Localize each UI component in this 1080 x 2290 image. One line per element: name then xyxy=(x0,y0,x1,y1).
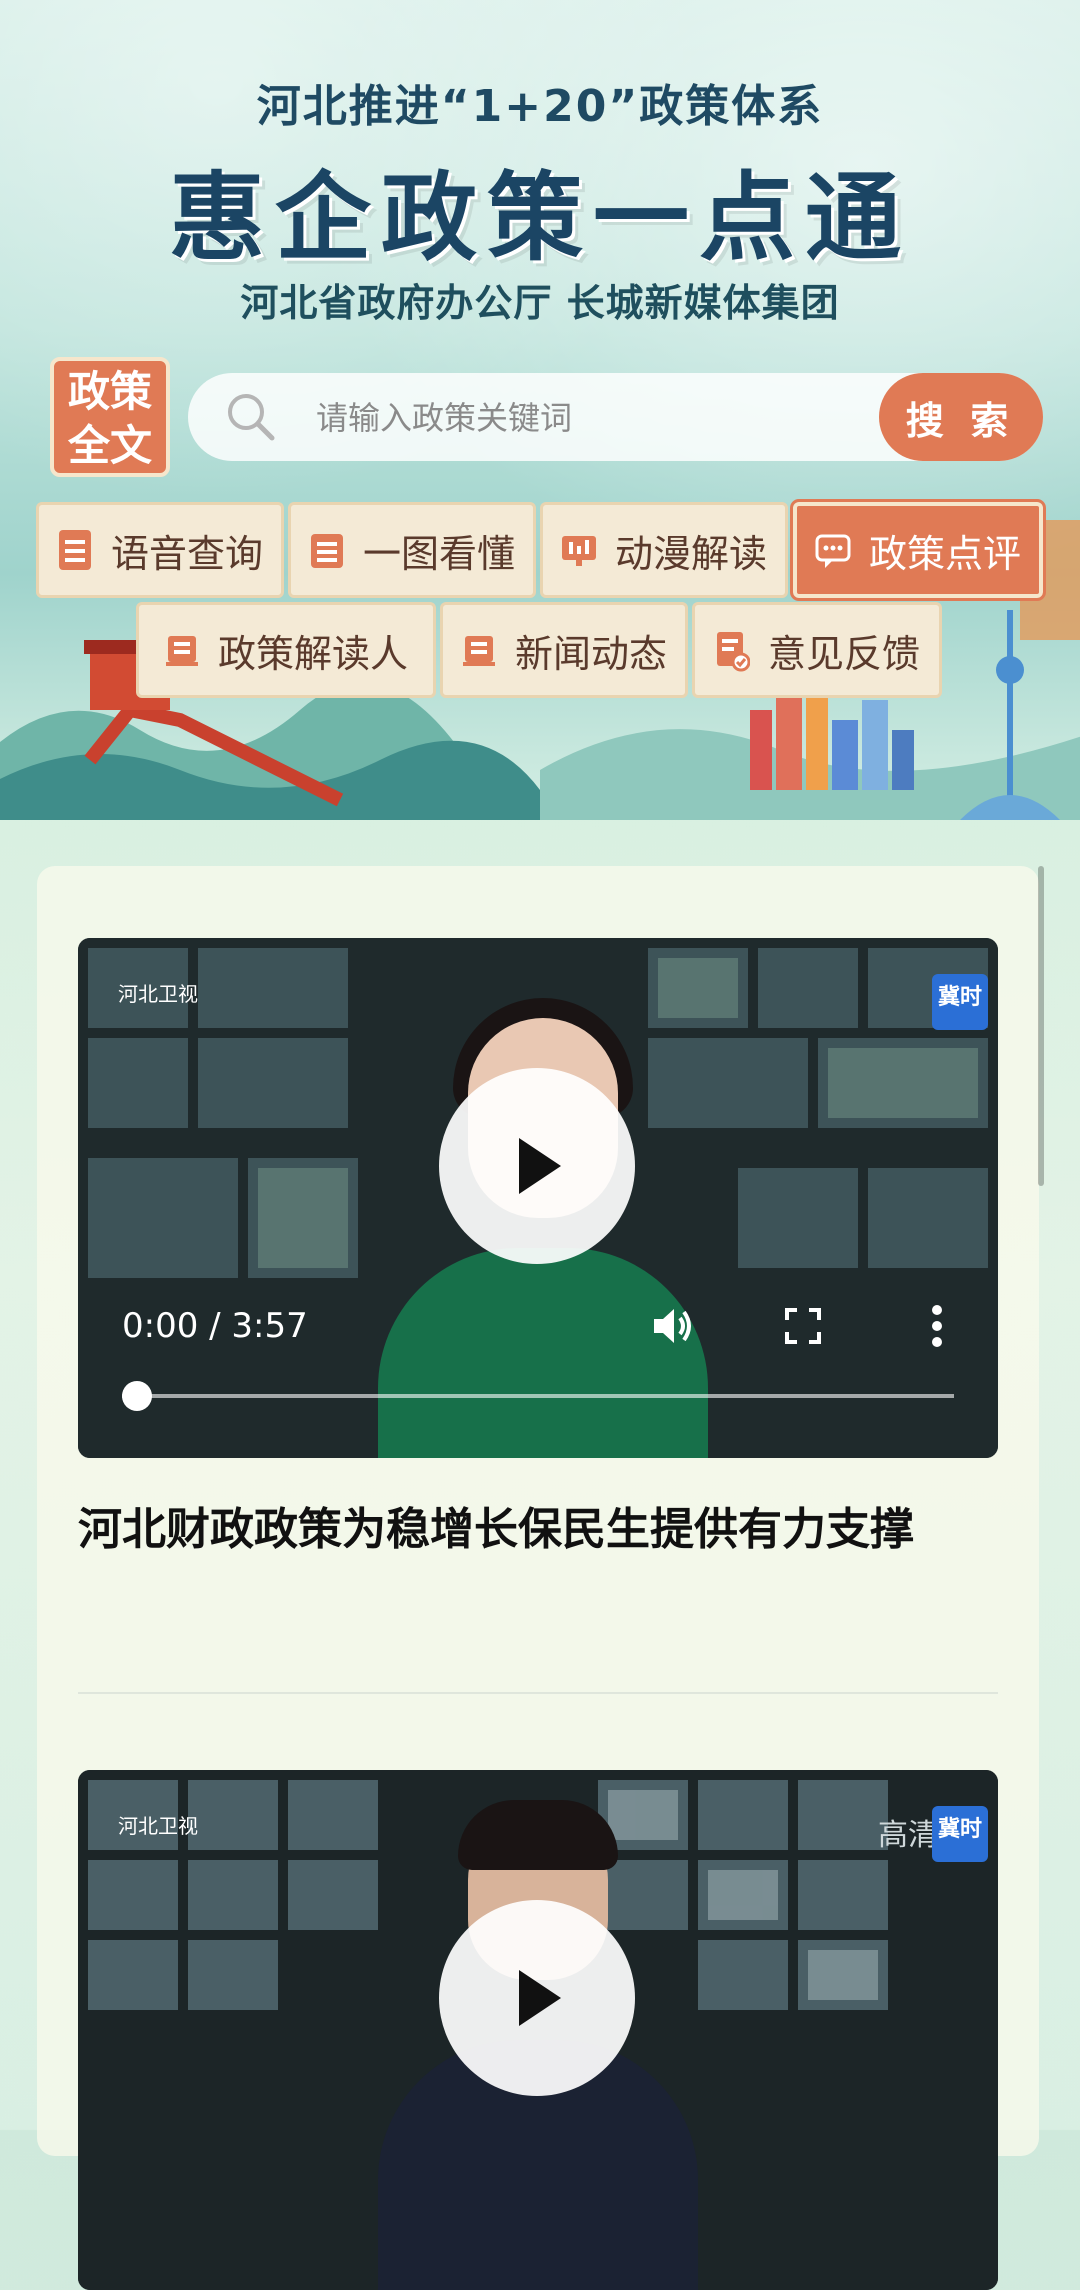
play-icon xyxy=(519,1138,561,1194)
anchor-hair xyxy=(458,1800,618,1870)
corner-badge: 冀时 xyxy=(932,974,988,1030)
search-icon xyxy=(228,394,275,441)
hero-title: 惠企政策一点通 xyxy=(169,161,911,274)
progress-track[interactable] xyxy=(122,1394,954,1398)
policy-fulltext-button[interactable]: 政策 全文 xyxy=(50,357,170,477)
infographic-button[interactable]: 一图看懂 xyxy=(288,502,536,598)
play-icon xyxy=(519,1970,561,2026)
hd-overlay: 高清 xyxy=(878,1818,938,1853)
divider xyxy=(78,1692,998,1694)
news-title[interactable]: 河北财政政策为稳增长保民生提供有力支撑 xyxy=(78,1494,998,1566)
more-options-icon[interactable] xyxy=(931,1304,943,1348)
chat-bubble-icon xyxy=(815,534,851,568)
monitor-icon xyxy=(561,536,596,566)
feedback-button[interactable]: 意见反馈 xyxy=(692,602,942,698)
corner-badge: 冀时 xyxy=(932,1806,988,1862)
policy-review-label: 政策点评 xyxy=(868,531,1021,576)
news-updates-label: 新闻动态 xyxy=(514,631,667,676)
policy-badge-line2: 全文 xyxy=(67,421,152,470)
tray-icon xyxy=(165,636,198,666)
video-player[interactable]: 河北卫视 冀时 0:00 / 3:57 xyxy=(78,938,998,1458)
fullscreen-icon[interactable] xyxy=(785,1308,821,1344)
policy-review-button[interactable]: 政策点评 xyxy=(790,499,1046,601)
channel-logo: 河北卫视 xyxy=(118,982,198,1006)
policy-interpreter-label: 政策解读人 xyxy=(217,631,408,676)
play-button[interactable] xyxy=(439,1900,635,2096)
hero-banner: 河北推进“1+20”政策体系 惠企政策一点通 河北省政府办公厅 长城新媒体集团 … xyxy=(0,0,1080,820)
tray-icon xyxy=(462,636,495,666)
document-icon xyxy=(310,534,343,568)
search-input[interactable] xyxy=(314,373,878,463)
progress-thumb[interactable] xyxy=(122,1381,152,1411)
animation-interpretation-label: 动漫解读 xyxy=(614,531,767,576)
search-button[interactable]: 搜 索 xyxy=(879,373,1043,461)
hero-organizers: 河北省政府办公厅 长城新媒体集团 xyxy=(240,281,840,325)
feedback-label: 意见反馈 xyxy=(767,631,920,676)
search-bar: 搜 索 xyxy=(188,373,1043,463)
feedback-icon xyxy=(716,632,750,672)
play-button[interactable] xyxy=(439,1068,635,1264)
voice-query-button[interactable]: 语音查询 xyxy=(36,502,284,598)
infographic-label: 一图看懂 xyxy=(362,531,515,576)
video-time: 0:00 / 3:57 xyxy=(122,1306,308,1346)
scrollbar[interactable] xyxy=(1038,866,1044,1186)
policy-interpreter-button[interactable]: 政策解读人 xyxy=(136,602,436,698)
policy-badge-line1: 政策 xyxy=(67,367,152,416)
news-video-list: 河北卫视 冀时 0:00 / 3:57 河北财政政策为稳增长保民生提供有力支撑 xyxy=(37,866,1039,2290)
volume-icon[interactable] xyxy=(650,1304,694,1348)
hero-subtitle: 河北推进“1+20”政策体系 xyxy=(256,81,824,132)
voice-query-label: 语音查询 xyxy=(110,531,263,576)
news-updates-button[interactable]: 新闻动态 xyxy=(440,602,688,698)
animation-interpretation-button[interactable]: 动漫解读 xyxy=(540,502,788,598)
video-player[interactable]: 河北卫视 高清 冀时 xyxy=(78,1770,998,2290)
channel-logo: 河北卫视 xyxy=(118,1814,198,1838)
document-icon xyxy=(58,530,91,570)
